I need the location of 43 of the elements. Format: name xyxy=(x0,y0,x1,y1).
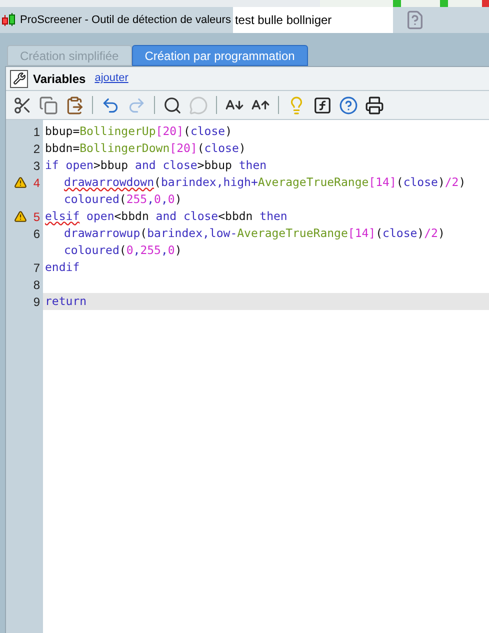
code-text: return xyxy=(45,294,87,308)
line-number: 4 xyxy=(33,174,40,192)
code-text: coloured(255,0,0) xyxy=(64,192,182,206)
code-text: bbup=BollingerUp[20](close) xyxy=(45,124,232,138)
line-number: 1 xyxy=(33,124,40,140)
undo-icon xyxy=(101,96,120,114)
variables-label: Variables xyxy=(33,70,86,88)
code-text: coloured(0,255,0) xyxy=(64,243,182,257)
function-icon xyxy=(313,96,332,114)
line-number: 7 xyxy=(33,260,40,276)
help-icon xyxy=(339,96,358,114)
line-number: 3 xyxy=(33,158,40,174)
code-text: drawarrowdown(barindex,high+AverageTrueRange[14](close)/2) xyxy=(64,175,466,189)
code-text: bbdn=BollingerDown[20](close) xyxy=(45,141,246,155)
comment-icon xyxy=(189,96,208,114)
help-button[interactable] xyxy=(338,94,359,116)
scissors-icon xyxy=(13,96,32,114)
redo-icon xyxy=(127,96,146,114)
wrench-button[interactable] xyxy=(10,70,28,88)
search-button[interactable] xyxy=(162,94,183,116)
code-text: if open>bbup and close>bbup then xyxy=(45,158,267,172)
function-button[interactable] xyxy=(312,94,333,116)
line-number: 5 xyxy=(33,208,40,226)
window-title: ProScreener - Outil de détection de valeurs xyxy=(20,12,231,28)
printer-button[interactable] xyxy=(364,94,385,116)
line-number: 6 xyxy=(33,226,40,242)
candlestick-icon xyxy=(1,12,17,28)
line-number: 2 xyxy=(33,140,40,158)
copy-icon xyxy=(39,96,58,114)
line-number: 8 xyxy=(33,276,40,294)
printer-icon xyxy=(365,96,384,114)
add-variable-link[interactable]: ajouter xyxy=(94,70,128,87)
name-field[interactable]: test bulle bollniger xyxy=(232,7,393,33)
code-text: drawarrowup(barindex,low-AverageTrueRange[14](close)/2) xyxy=(64,226,445,240)
warning-icon xyxy=(14,210,28,223)
warning-icon xyxy=(14,176,28,189)
code-text: endif xyxy=(45,260,80,274)
search-icon xyxy=(163,96,182,114)
line-number: 9 xyxy=(33,294,40,310)
copy-button[interactable] xyxy=(38,94,59,116)
paste-icon xyxy=(65,96,84,114)
wrench-icon xyxy=(12,72,26,85)
code-text: elsif open<bbdn and close<bbdn then xyxy=(45,209,288,223)
